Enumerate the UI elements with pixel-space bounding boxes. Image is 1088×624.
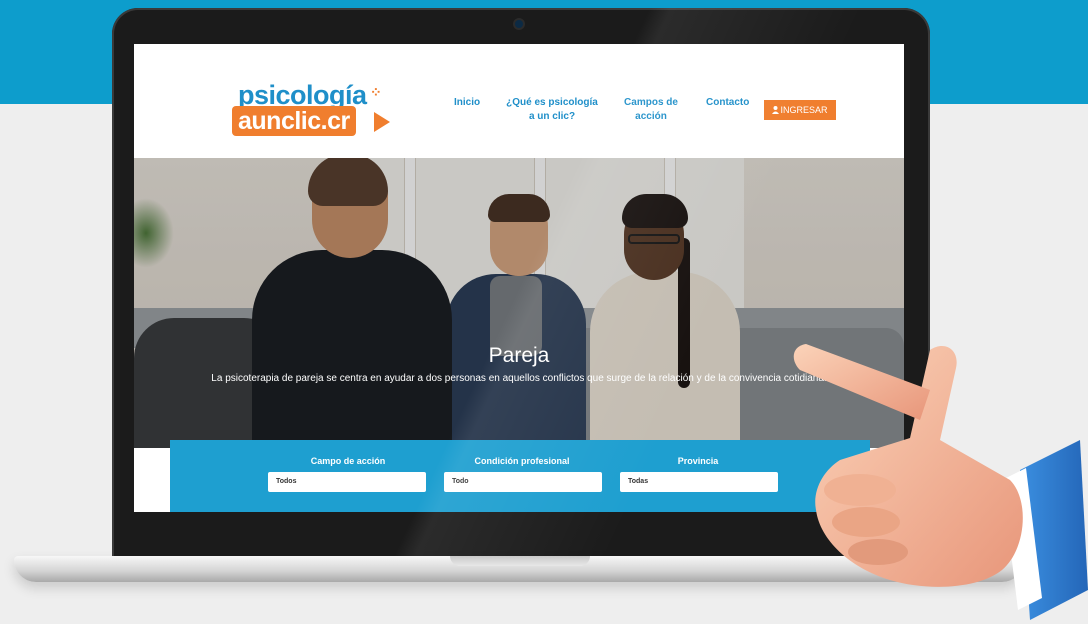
- hero-description: La psicoterapia de pareja se centra en a…: [211, 373, 827, 384]
- site-logo[interactable]: psicología ⁘ aunclic.cr: [232, 80, 422, 140]
- nav-contacto[interactable]: Contacto: [706, 96, 749, 110]
- filter-label-condicion: Condición profesional: [474, 456, 570, 466]
- nav-que-es[interactable]: ¿Qué es psicología a un clic?: [504, 96, 600, 124]
- filter-select-campo[interactable]: Todos: [268, 472, 426, 492]
- login-label: INGRESAR: [780, 105, 828, 115]
- filter-label-campo: Campo de acción: [310, 456, 386, 466]
- site-header: psicología ⁘ aunclic.cr Inicio ¿Qué es p…: [134, 44, 904, 158]
- filter-label-provincia: Provincia: [677, 456, 719, 466]
- logo-rays-icon: ⁘: [370, 84, 382, 100]
- nav-campos-de-accion[interactable]: Campos de acción: [620, 96, 682, 124]
- login-button[interactable]: INGRESAR: [764, 100, 836, 120]
- webcam: [515, 20, 523, 28]
- laptop-notch: [450, 556, 590, 566]
- pointing-hand-illustration: [793, 344, 1088, 620]
- user-icon: [772, 106, 780, 114]
- search-panel: Campo de acción Todos Condición profesio…: [170, 440, 870, 512]
- nav-inicio[interactable]: Inicio: [454, 96, 480, 110]
- filter-select-provincia[interactable]: Todas: [620, 472, 778, 492]
- filter-select-condicion[interactable]: Todo: [444, 472, 602, 492]
- logo-bottom-text: aunclic.cr: [232, 106, 356, 136]
- logo-play-icon: [374, 112, 390, 132]
